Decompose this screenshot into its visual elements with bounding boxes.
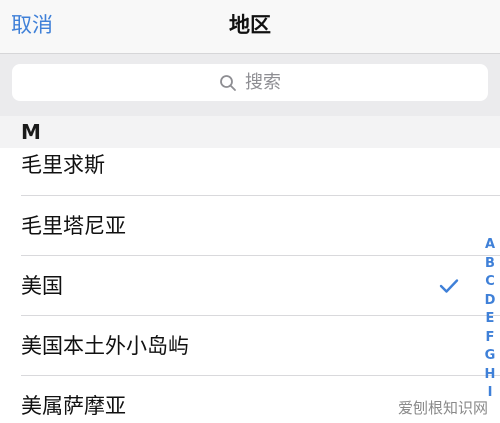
region-picker-screen: 取消 地区 搜索 M 毛里求斯 毛里塔尼亚 美国 美国本土外小岛屿 美属萨摩亚 …: [0, 0, 500, 423]
index-letter[interactable]: C: [480, 273, 500, 292]
list-item-label: 毛里塔尼亚: [21, 214, 126, 238]
index-letter[interactable]: G: [480, 347, 500, 366]
checkmark-icon: [439, 279, 459, 293]
list-item[interactable]: 毛里求斯: [0, 148, 500, 196]
index-letter[interactable]: A: [480, 236, 500, 255]
search-area: 搜索: [0, 54, 500, 116]
index-letter[interactable]: D: [480, 292, 500, 311]
section-header: M: [0, 116, 500, 148]
list-item-label: 美国: [21, 274, 63, 298]
section-letter: M: [21, 120, 41, 144]
list-item-label: 毛里求斯: [21, 153, 105, 177]
list-item[interactable]: 美国本土外小岛屿: [0, 316, 500, 376]
navigation-bar: 取消 地区: [0, 0, 500, 54]
index-letter[interactable]: H: [480, 366, 500, 385]
list-item-label: 美国本土外小岛屿: [21, 334, 189, 358]
search-icon: [220, 74, 236, 91]
alphabet-index[interactable]: A B C D E F G H I: [480, 236, 500, 403]
list-item-label: 美属萨摩亚: [21, 394, 126, 418]
index-letter[interactable]: F: [480, 329, 500, 348]
index-letter[interactable]: E: [480, 310, 500, 329]
watermark: 爱刨根知识网: [393, 397, 492, 419]
index-letter[interactable]: B: [480, 255, 500, 274]
list-item[interactable]: 毛里塔尼亚: [0, 196, 500, 256]
list-item-selected[interactable]: 美国: [0, 256, 500, 316]
search-input[interactable]: 搜索: [12, 64, 488, 101]
search-placeholder: 搜索: [245, 72, 281, 93]
page-title: 地区: [229, 13, 271, 37]
